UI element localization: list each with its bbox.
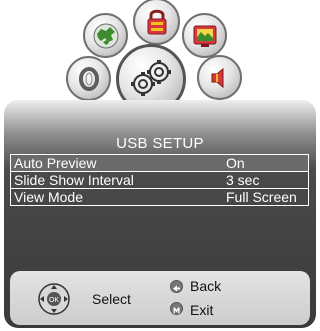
ok-label: OK [49, 297, 59, 304]
exit-button-icon [170, 302, 183, 315]
back-hint: Back [190, 278, 222, 294]
earth-globe-icon [93, 23, 118, 48]
navigation-pad-icon: OK [37, 282, 71, 316]
exit-hint: Exit [190, 302, 214, 318]
menu-title: USB SETUP [116, 135, 204, 152]
setting-value: 3 sec [226, 172, 260, 188]
slide-show-interval-row[interactable]: Slide Show Interval 3 sec [11, 172, 308, 189]
auto-preview-row[interactable]: Auto Preview On [11, 155, 308, 172]
speaker-icon [211, 67, 223, 88]
footer-help-bar: OK Select Back Exit [10, 271, 310, 325]
audio-settings-icon-button[interactable] [197, 55, 242, 100]
picture-settings-icon-button[interactable] [182, 13, 227, 58]
setting-label: Slide Show Interval [14, 172, 134, 188]
setting-label: View Mode [14, 189, 84, 205]
setting-value: On [226, 155, 245, 171]
gears-icon [131, 60, 171, 96]
view-mode-row[interactable]: View Mode Full Screen [11, 189, 308, 205]
settings-list: Auto Preview On Slide Show Interval 3 se… [10, 154, 309, 206]
top-icon-menu [0, 0, 320, 114]
lock-settings-icon-button[interactable] [133, 0, 180, 45]
select-hint: Select [92, 291, 131, 307]
lock-icon [147, 9, 166, 34]
parental-region-icon-button[interactable] [83, 13, 128, 58]
circle-icon [78, 66, 99, 91]
setting-label: Auto Preview [14, 155, 97, 171]
setting-value: Full Screen [226, 189, 297, 205]
general-settings-icon-button[interactable] [66, 56, 111, 101]
back-button-icon [170, 280, 183, 293]
display-icon [193, 25, 216, 47]
